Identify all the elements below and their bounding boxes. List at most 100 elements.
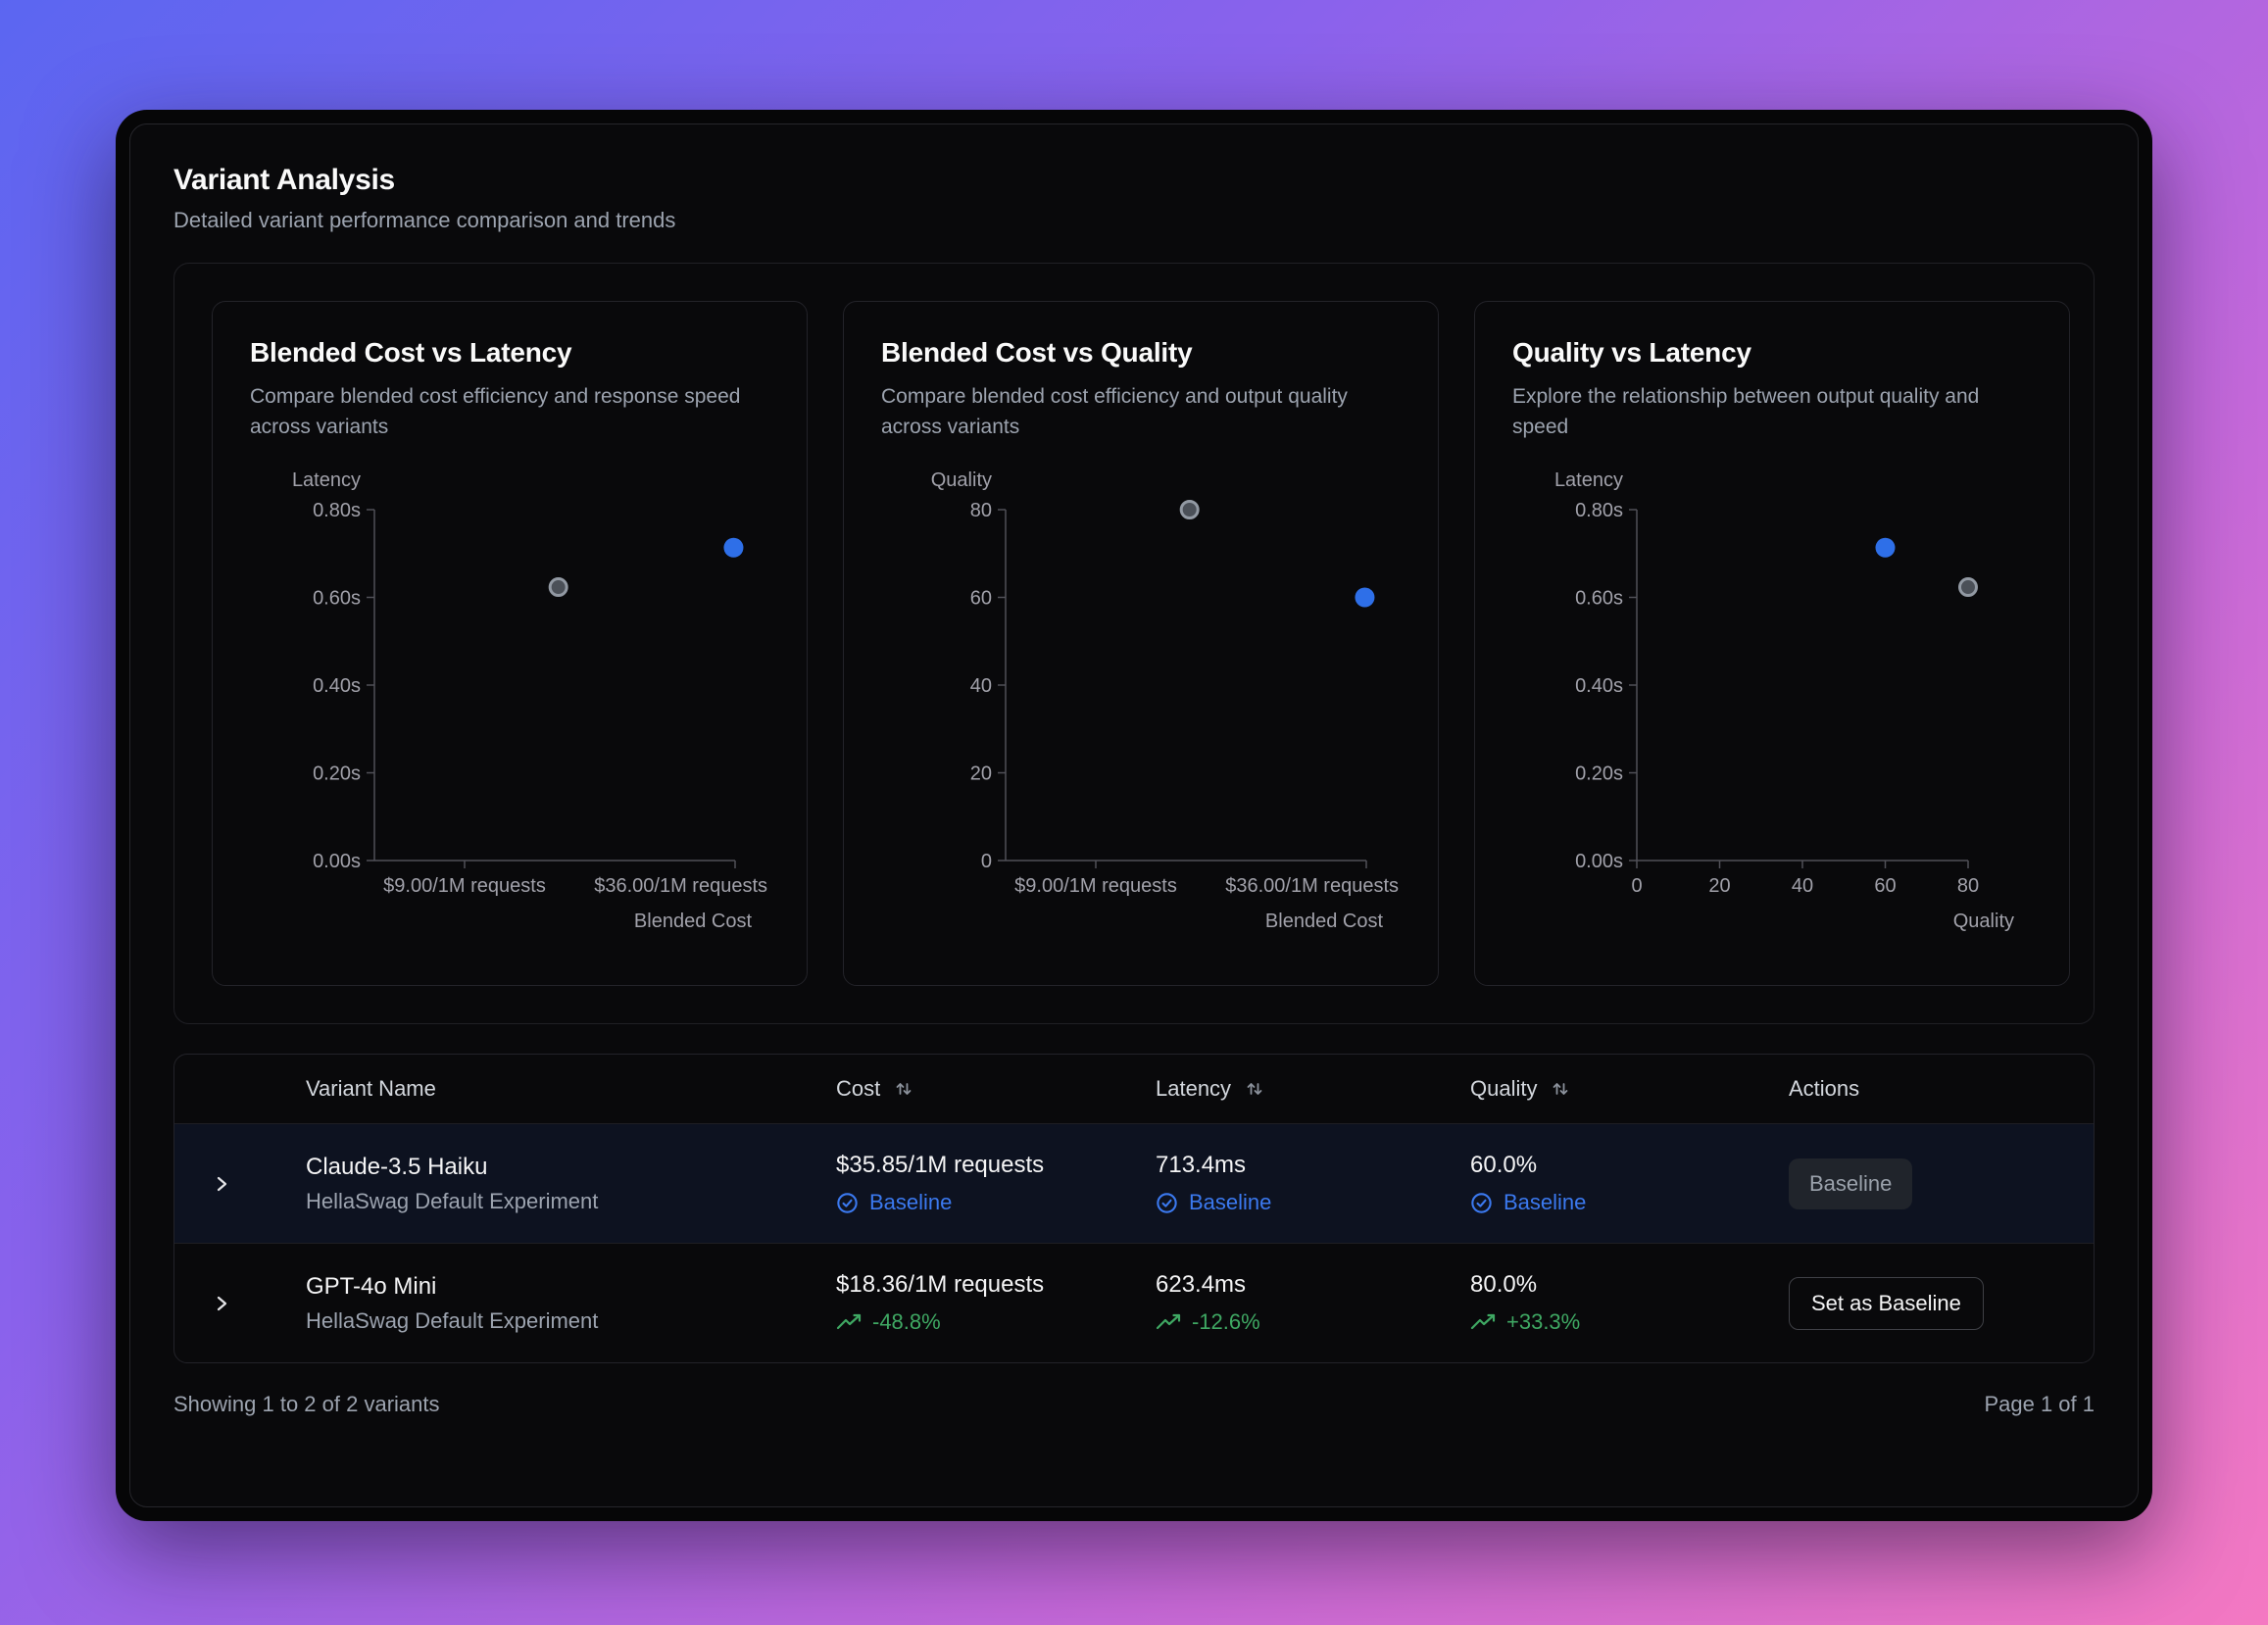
- table-row-claude-35-haiku[interactable]: Claude-3.5 Haiku HellaSwag Default Exper…: [174, 1123, 2094, 1243]
- cost-value: $18.36/1M requests: [836, 1271, 1156, 1299]
- baseline-badge: Baseline: [836, 1190, 1156, 1215]
- chart-subtitle: Compare blended cost efficiency and resp…: [250, 381, 754, 442]
- svg-text:Blended Cost: Blended Cost: [634, 911, 753, 932]
- delta-badge: -48.8%: [836, 1309, 1156, 1335]
- svg-text:Latency: Latency: [1554, 469, 1623, 491]
- svg-text:$9.00/1M requests: $9.00/1M requests: [1014, 875, 1177, 897]
- chart-subtitle: Compare blended cost efficiency and outp…: [881, 381, 1385, 442]
- header-label: Quality: [1470, 1076, 1537, 1102]
- baseline-button[interactable]: Baseline: [1789, 1158, 1912, 1209]
- baseline-badge: Baseline: [1156, 1190, 1470, 1215]
- set-as-baseline-button[interactable]: Set as Baseline: [1789, 1277, 1984, 1330]
- svg-text:$36.00/1M requests: $36.00/1M requests: [1225, 875, 1399, 897]
- svg-text:0.40s: 0.40s: [313, 675, 361, 697]
- svg-text:40: 40: [1792, 875, 1813, 897]
- svg-text:Blended Cost: Blended Cost: [1265, 911, 1384, 932]
- quality-delta: +33.3%: [1506, 1309, 1580, 1335]
- chart-title: Blended Cost vs Latency: [250, 337, 769, 369]
- baseline-badge-label: Baseline: [1189, 1190, 1271, 1215]
- chart-title: Blended Cost vs Quality: [881, 337, 1401, 369]
- variant-experiment: HellaSwag Default Experiment: [306, 1189, 836, 1214]
- svg-text:0.60s: 0.60s: [313, 588, 361, 610]
- check-circle-icon: [1156, 1192, 1178, 1214]
- sort-arrows-icon[interactable]: [1245, 1079, 1264, 1099]
- trending-up-icon: [836, 1312, 862, 1332]
- header-label: Cost: [836, 1076, 880, 1102]
- sort-arrows-icon[interactable]: [1551, 1079, 1570, 1099]
- quality-value: 60.0%: [1470, 1152, 1789, 1179]
- trending-up-icon: [1156, 1312, 1181, 1332]
- cost-delta: -48.8%: [872, 1309, 941, 1335]
- svg-text:80: 80: [970, 500, 992, 521]
- baseline-badge-label: Baseline: [869, 1190, 952, 1215]
- quality-value: 80.0%: [1470, 1271, 1789, 1299]
- latency-value: 623.4ms: [1156, 1271, 1470, 1299]
- variant-analysis-card: Variant Analysis Detailed variant perfor…: [129, 123, 2139, 1507]
- cost-cell: $18.36/1M requests -48.8%: [836, 1271, 1156, 1335]
- baseline-badge: Baseline: [1470, 1190, 1789, 1215]
- svg-text:0.00s: 0.00s: [313, 851, 361, 872]
- scatter-plot-cost-quality[interactable]: 0 20 40 60 80 $9.00/1M requests $36.00/1M requ…: [881, 464, 1401, 939]
- variant-name-cell: Claude-3.5 Haiku HellaSwag Default Exper…: [306, 1154, 836, 1214]
- variant-experiment: HellaSwag Default Experiment: [306, 1308, 836, 1334]
- svg-text:0: 0: [1631, 875, 1642, 897]
- header-label: Actions: [1789, 1076, 1859, 1102]
- expand-row-button[interactable]: [174, 1294, 306, 1313]
- svg-text:Quality: Quality: [1953, 911, 2014, 932]
- chevron-right-icon: [212, 1174, 231, 1194]
- latency-delta: -12.6%: [1192, 1309, 1260, 1335]
- baseline-badge-label: Baseline: [1504, 1190, 1586, 1215]
- svg-text:0.60s: 0.60s: [1575, 588, 1623, 610]
- scatter-plot-quality-latency[interactable]: 0.00s0.20s0.40s0.60s0.80s020406080Latenc…: [1512, 464, 2032, 939]
- svg-text:$36.00/1M requests: $36.00/1M requests: [594, 875, 767, 897]
- svg-text:80: 80: [1957, 875, 1979, 897]
- chart-card-cost-quality: Blended Cost vs Quality Compare blended …: [843, 301, 1439, 986]
- page-background: Variant Analysis Detailed variant perfor…: [0, 0, 2268, 1625]
- chevron-right-icon: [212, 1294, 231, 1313]
- check-circle-icon: [1470, 1192, 1493, 1214]
- results-summary: Showing 1 to 2 of 2 variants: [173, 1392, 440, 1417]
- header-label: Variant Name: [306, 1076, 436, 1102]
- svg-text:0: 0: [981, 851, 992, 872]
- svg-text:60: 60: [1874, 875, 1896, 897]
- svg-text:Latency: Latency: [292, 469, 361, 491]
- quality-cell: 80.0% +33.3%: [1470, 1271, 1789, 1335]
- actions-cell: Baseline: [1789, 1158, 2094, 1209]
- svg-text:0.40s: 0.40s: [1575, 675, 1623, 697]
- cost-cell: $35.85/1M requests Baseline: [836, 1152, 1156, 1215]
- svg-text:20: 20: [1708, 875, 1730, 897]
- expand-row-button[interactable]: [174, 1174, 306, 1194]
- svg-text:$9.00/1M requests: $9.00/1M requests: [383, 875, 546, 897]
- svg-text:40: 40: [970, 675, 992, 697]
- check-circle-icon: [836, 1192, 859, 1214]
- svg-text:0.80s: 0.80s: [313, 500, 361, 521]
- delta-badge: +33.3%: [1470, 1309, 1789, 1335]
- chart-card-quality-latency: Quality vs Latency Explore the relations…: [1474, 301, 2070, 986]
- svg-text:60: 60: [970, 588, 992, 610]
- latency-cell: 713.4ms Baseline: [1156, 1152, 1470, 1215]
- page-subtitle: Detailed variant performance comparison …: [173, 208, 2095, 233]
- actions-cell: Set as Baseline: [1789, 1277, 2094, 1330]
- chart-subtitle: Explore the relationship between output …: [1512, 381, 2016, 442]
- header-latency-sort[interactable]: Latency: [1156, 1076, 1470, 1102]
- svg-text:0.20s: 0.20s: [313, 763, 361, 785]
- header-cost-sort[interactable]: Cost: [836, 1076, 1156, 1102]
- variant-name-cell: GPT-4o Mini HellaSwag Default Experiment: [306, 1273, 836, 1334]
- page-title: Variant Analysis: [173, 164, 2095, 197]
- delta-badge: -12.6%: [1156, 1309, 1470, 1335]
- svg-text:Quality: Quality: [931, 469, 992, 491]
- scatter-plot-cost-latency[interactable]: 0.00s 0.20s 0.40s 0.60s 0.80s $9.00/1M reques…: [250, 464, 769, 939]
- variant-name: Claude-3.5 Haiku: [306, 1154, 836, 1181]
- table-row-gpt-4o-mini[interactable]: GPT-4o Mini HellaSwag Default Experiment…: [174, 1243, 2094, 1362]
- header-variant-name: Variant Name: [306, 1076, 836, 1102]
- svg-text:20: 20: [970, 763, 992, 785]
- header-quality-sort[interactable]: Quality: [1470, 1076, 1789, 1102]
- trending-up-icon: [1470, 1312, 1496, 1332]
- chart-card-cost-latency: Blended Cost vs Latency Compare blended …: [212, 301, 808, 986]
- sort-arrows-icon[interactable]: [894, 1079, 913, 1099]
- svg-text:0.80s: 0.80s: [1575, 500, 1623, 521]
- table-header-row: Variant Name Cost Latency Quality Action…: [174, 1055, 2094, 1123]
- table-footer: Showing 1 to 2 of 2 variants Page 1 of 1: [173, 1392, 2095, 1417]
- latency-cell: 623.4ms -12.6%: [1156, 1271, 1470, 1335]
- chart-title: Quality vs Latency: [1512, 337, 2032, 369]
